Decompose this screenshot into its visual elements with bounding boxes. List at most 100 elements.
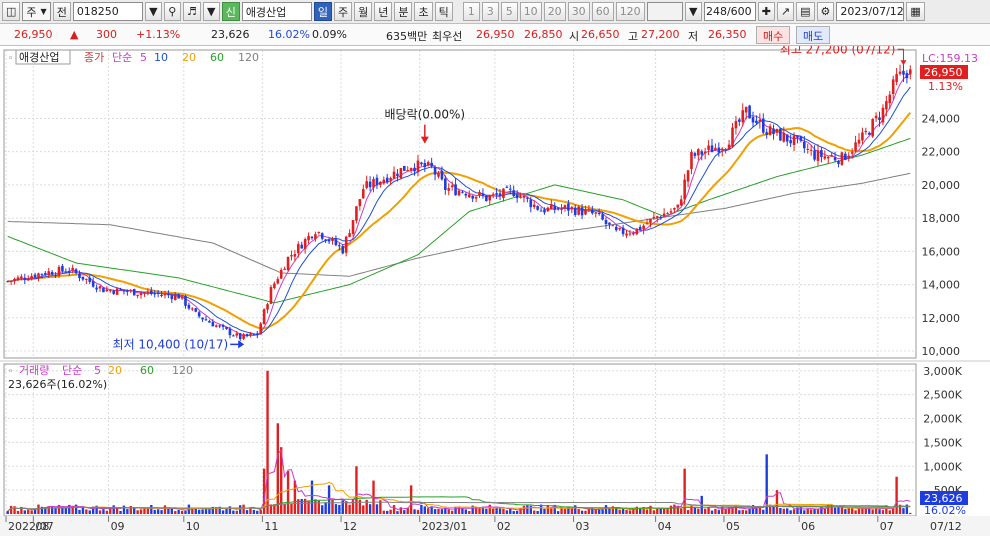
chart-canvas[interactable]: 10,000 12,000 14,000 16,000 18,000 20,000 22,0… bbox=[0, 46, 990, 536]
volume-info: 23,626주(16.02%) bbox=[8, 378, 107, 391]
search-icon[interactable]: ⚲ bbox=[163, 2, 181, 21]
period-month[interactable]: 월 bbox=[354, 2, 373, 21]
candle-body bbox=[632, 232, 635, 235]
period-day[interactable]: 일 bbox=[313, 2, 332, 21]
volume-bar bbox=[413, 509, 416, 514]
calendar-icon[interactable]: ▦ bbox=[906, 2, 925, 21]
candle-body bbox=[638, 226, 642, 230]
market-select[interactable]: 주 ▼ bbox=[22, 2, 51, 21]
candle-body bbox=[204, 319, 208, 321]
candle-body bbox=[139, 293, 143, 296]
candle-body bbox=[505, 186, 509, 188]
volume-bar bbox=[601, 509, 604, 514]
candle-body bbox=[450, 185, 454, 188]
volume-bar bbox=[88, 510, 91, 514]
code-dropdown-icon[interactable]: ▼ bbox=[144, 2, 162, 21]
volume-legend-item: 120 bbox=[172, 364, 193, 377]
save-icon[interactable]: ▤ bbox=[796, 2, 815, 21]
interval-1[interactable]: 1 bbox=[462, 2, 480, 21]
volume-bar bbox=[105, 510, 109, 514]
volume-bar bbox=[197, 509, 201, 514]
window-icon[interactable]: ◫ bbox=[2, 2, 21, 21]
date-tick-label: 2023/01 bbox=[422, 520, 468, 533]
change-pct-tag: 1.13% bbox=[928, 80, 963, 93]
candle-body bbox=[262, 309, 266, 324]
interval-10[interactable]: 10 bbox=[519, 2, 542, 21]
interval-120[interactable]: 120 bbox=[615, 2, 645, 21]
sell-button[interactable]: 매도 bbox=[796, 26, 831, 44]
open-label: 시 bbox=[569, 30, 580, 43]
volume-bar bbox=[23, 510, 27, 514]
candle-body bbox=[573, 207, 577, 215]
volume-bar bbox=[30, 510, 33, 514]
volume-bar bbox=[201, 509, 204, 514]
period-minute[interactable]: 분 bbox=[394, 2, 413, 21]
candle-body bbox=[888, 94, 892, 104]
price-legend-item: 단순 bbox=[112, 51, 132, 64]
volume-bar bbox=[874, 507, 878, 514]
volume-bar bbox=[139, 509, 143, 514]
candle-body bbox=[16, 277, 20, 281]
speaker-icon[interactable]: ♬ bbox=[182, 2, 201, 21]
candle-body bbox=[416, 160, 420, 173]
speaker-dropdown-icon[interactable]: ▼ bbox=[202, 2, 220, 21]
date-field[interactable]: 2023/07/12 bbox=[836, 2, 905, 21]
candle-body bbox=[392, 171, 396, 179]
period-tick[interactable]: 틱 bbox=[434, 2, 453, 21]
price-tick-label: 18,000 bbox=[922, 212, 961, 225]
settings-icon[interactable]: ⚙ bbox=[816, 2, 835, 21]
candle-body bbox=[782, 133, 786, 142]
volume-bar bbox=[386, 510, 389, 514]
price-tick-label: 20,000 bbox=[922, 179, 961, 192]
count-field[interactable]: 248/600 bbox=[703, 2, 756, 21]
prev-button[interactable]: 전 bbox=[52, 2, 71, 21]
crosshair-icon[interactable]: ✚ bbox=[757, 2, 775, 21]
volume-bar bbox=[392, 505, 396, 514]
candle-body bbox=[594, 212, 598, 214]
candle-body bbox=[902, 70, 905, 75]
candle-body bbox=[714, 147, 717, 151]
custom-interval-input[interactable] bbox=[646, 2, 683, 21]
volume-bar bbox=[717, 510, 721, 514]
code-input[interactable]: 018250 bbox=[72, 2, 143, 21]
candle-body bbox=[389, 178, 392, 181]
interval-60[interactable]: 60 bbox=[591, 2, 614, 21]
candle-body bbox=[180, 296, 184, 299]
candle-body bbox=[635, 228, 639, 235]
candle-body bbox=[191, 308, 194, 310]
candle-body bbox=[331, 238, 334, 241]
volume-bar bbox=[375, 504, 379, 514]
candle-body bbox=[160, 294, 163, 296]
candle-body bbox=[485, 195, 488, 201]
candle-body bbox=[54, 275, 57, 277]
drawing-tool-icon[interactable]: ↗ bbox=[776, 2, 795, 21]
volume-bar bbox=[208, 509, 211, 514]
candle-body bbox=[816, 150, 820, 161]
candle-body bbox=[693, 153, 697, 156]
volume-bar bbox=[779, 507, 782, 514]
date-tick-label: 09 bbox=[111, 520, 125, 533]
candle-body bbox=[6, 281, 10, 283]
interval-30[interactable]: 30 bbox=[567, 2, 590, 21]
interval-dropdown-icon[interactable]: ▼ bbox=[684, 2, 702, 21]
candle-body bbox=[820, 150, 823, 158]
period-year[interactable]: 년 bbox=[374, 2, 393, 21]
interval-3[interactable]: 3 bbox=[481, 2, 499, 21]
period-week[interactable]: 주 bbox=[333, 2, 353, 21]
candle-body bbox=[567, 203, 570, 211]
candle-body bbox=[789, 140, 792, 144]
interval-5[interactable]: 5 bbox=[500, 2, 518, 21]
candle-body bbox=[720, 148, 724, 151]
candle-body bbox=[150, 290, 153, 294]
interval-20[interactable]: 20 bbox=[543, 2, 566, 21]
volume-bar bbox=[563, 509, 567, 514]
volume-tick-label: 3,000K bbox=[923, 365, 962, 378]
candle-body bbox=[338, 245, 341, 247]
volume-legend-item: 60 bbox=[140, 364, 154, 377]
candle-body bbox=[611, 225, 615, 227]
candle-body bbox=[320, 233, 324, 239]
volume-bar bbox=[591, 507, 594, 514]
buy-button[interactable]: 매수 bbox=[756, 26, 791, 44]
candle-body bbox=[300, 244, 304, 249]
period-second[interactable]: 초 bbox=[414, 2, 433, 21]
